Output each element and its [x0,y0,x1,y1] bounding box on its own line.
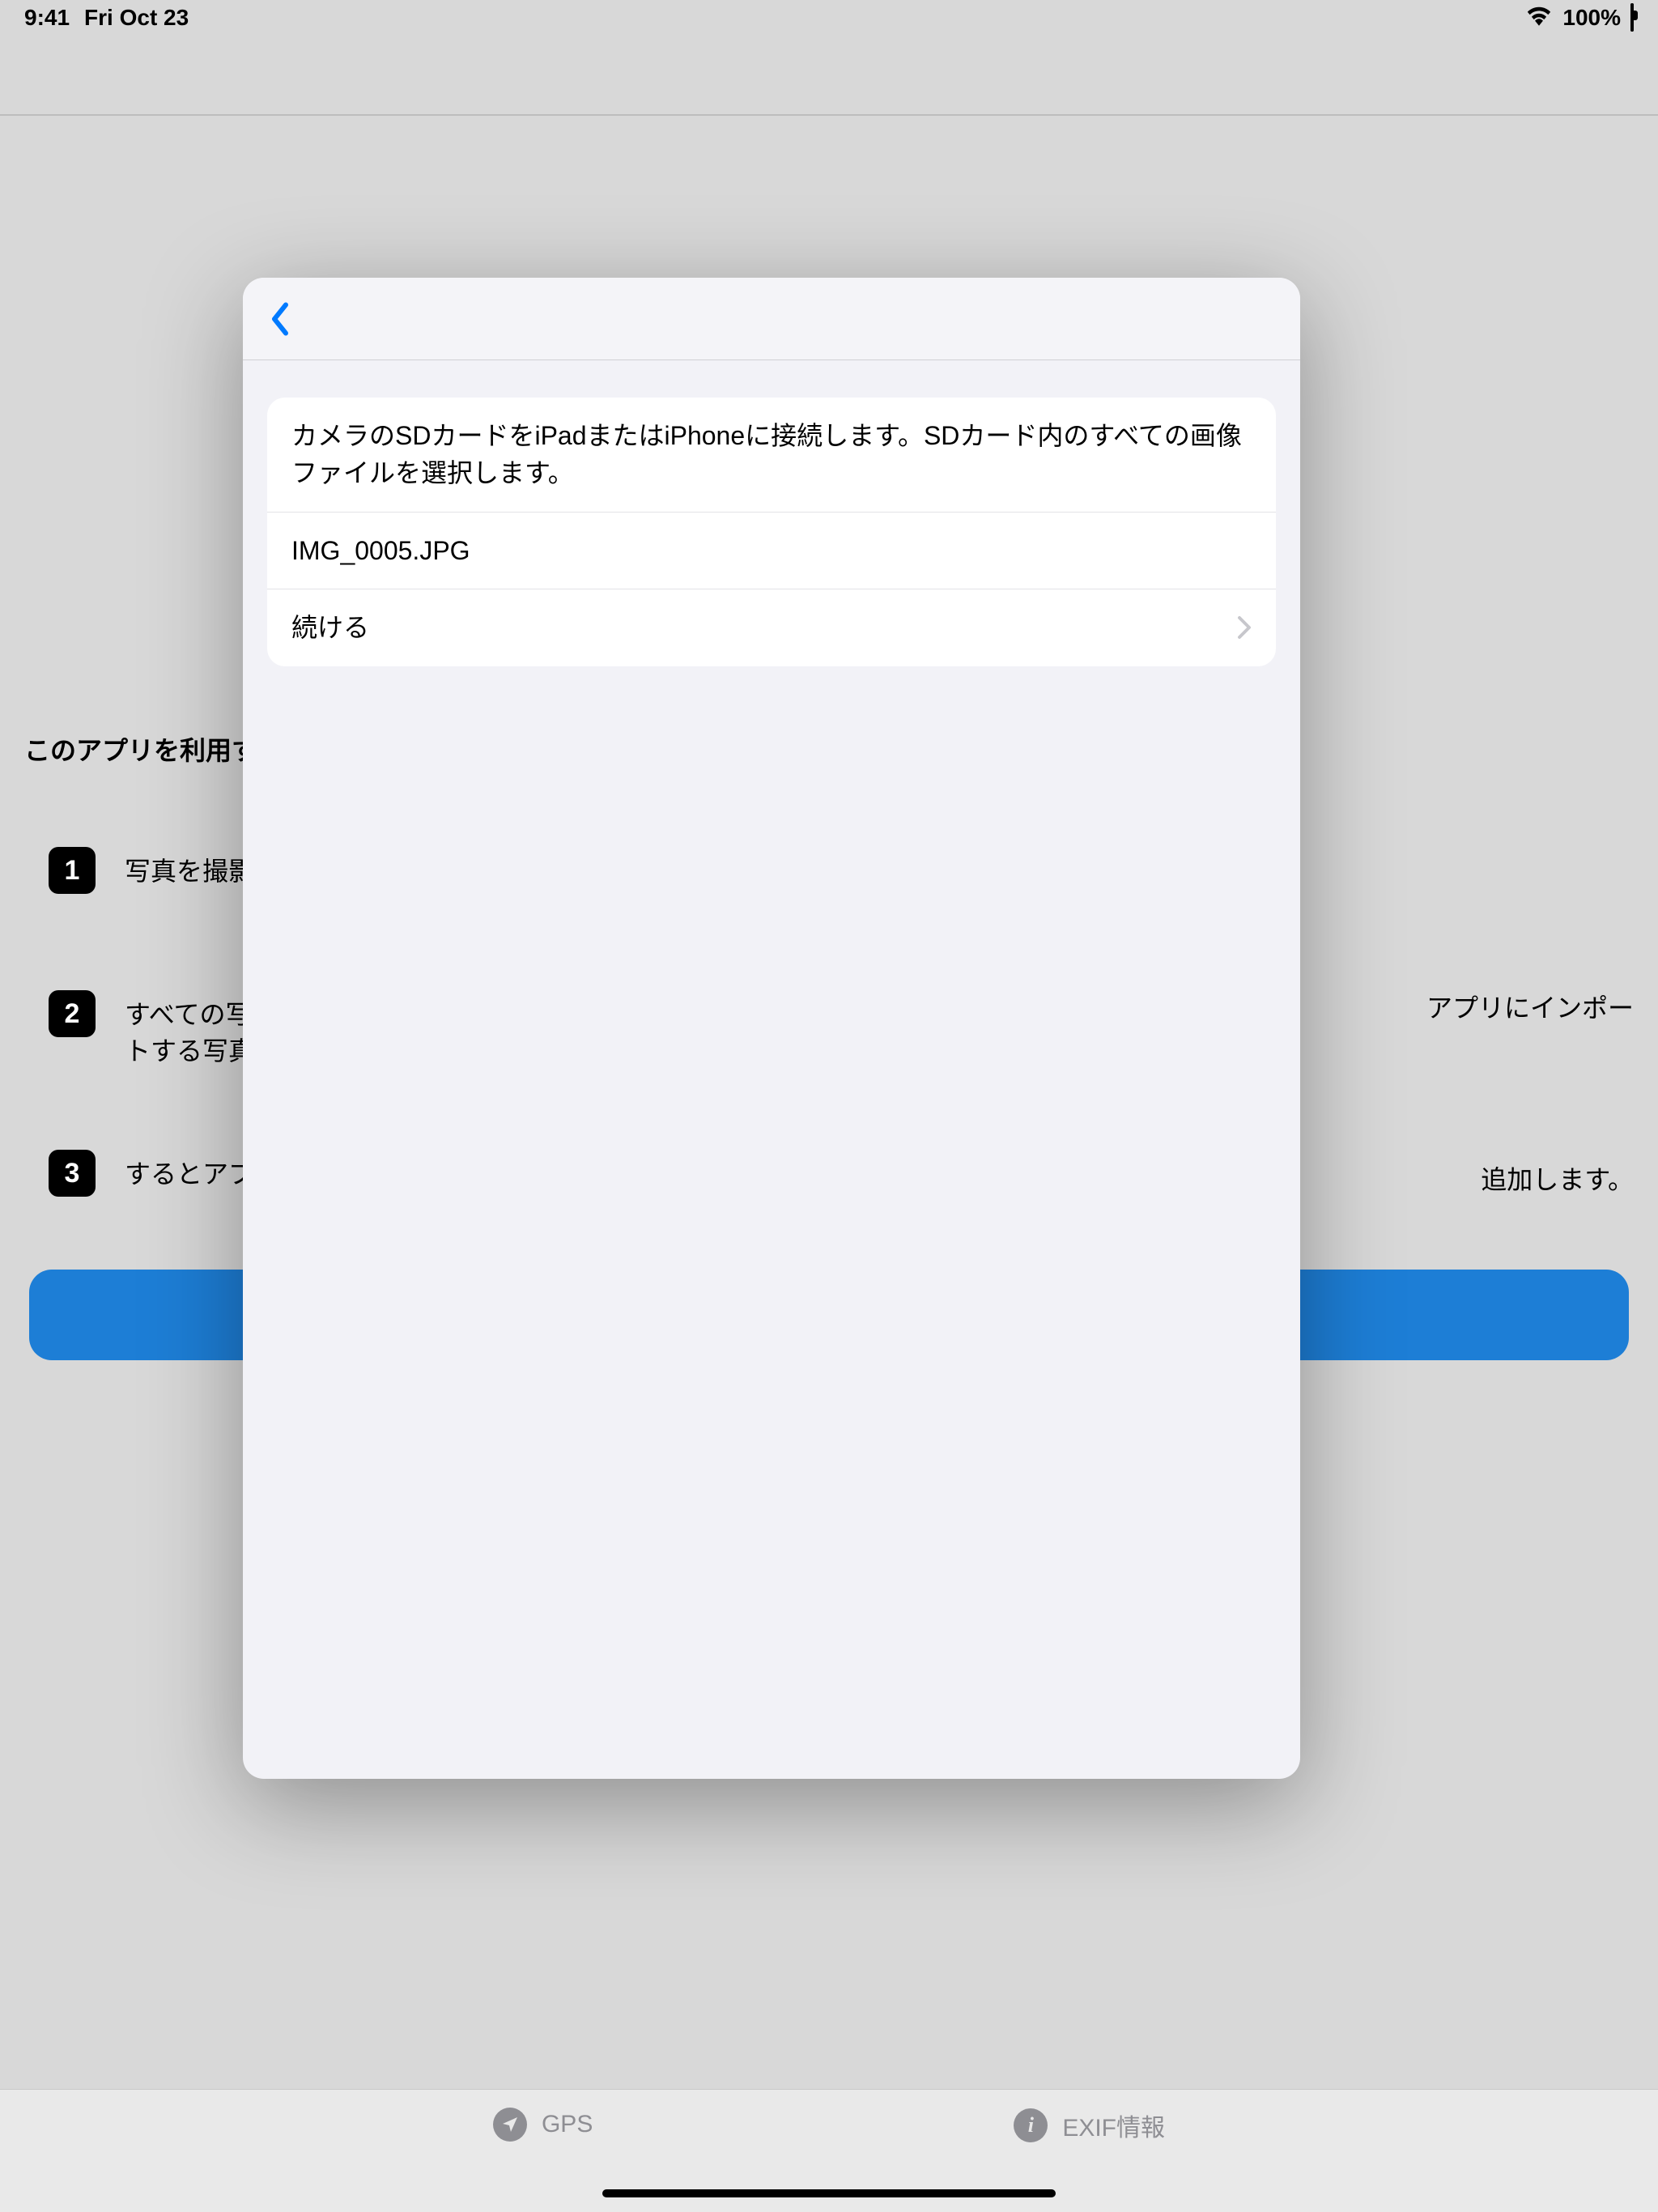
tab-bar: GPS i EXIF情報 [0,2089,1658,2212]
step-1-text: 写真を撮影 [125,847,254,890]
onboarding-step-1: 1 写真を撮影 [49,847,254,894]
onboarding-step-3: 3 するとアプ [49,1150,254,1197]
back-button[interactable] [257,294,303,344]
step-number-badge: 1 [49,847,96,894]
onboarding-step-2: 2 すべての写 トする写真 [49,990,254,1070]
battery-percent: 100% [1562,5,1621,31]
step-number-badge: 3 [49,1150,96,1197]
navigation-icon [493,2108,527,2142]
filename-text: IMG_0005.JPG [291,532,470,569]
battery-icon [1630,5,1634,31]
tab-gps-label: GPS [542,2111,593,2138]
status-time: 9:41 [24,5,70,31]
step-2-text-left: すべての写 トする写真 [125,990,254,1070]
step-2-text-right: アプリにインポー [1426,990,1634,1027]
onboarding-heading: このアプリを利用す [24,730,257,768]
home-indicator[interactable] [602,2189,1056,2197]
chevron-left-icon [269,302,291,336]
step-number-badge: 2 [49,990,96,1037]
tab-exif-label: EXIF情報 [1062,2108,1165,2143]
step-3-text-right: 追加します。 [1481,1159,1634,1197]
modal-nav-bar [243,278,1300,360]
continue-label: 続ける [291,609,369,646]
tab-gps[interactable]: GPS [493,2108,593,2142]
modal-card: カメラのSDカードをiPadまたはiPhoneに接続します。SDカード内のすべて… [267,398,1276,666]
continue-row[interactable]: 続ける [267,589,1276,666]
toolbar-divider [0,114,1658,116]
chevron-right-icon [1237,615,1252,640]
modal-sheet: カメラのSDカードをiPadまたはiPhoneに接続します。SDカード内のすべて… [243,278,1300,1779]
wifi-icon [1525,5,1553,32]
filename-row[interactable]: IMG_0005.JPG [267,513,1276,589]
tab-exif[interactable]: i EXIF情報 [1014,2108,1165,2143]
step-3-text-left: するとアプ [125,1150,254,1193]
status-bar: 9:41 Fri Oct 23 100% [0,0,1658,36]
info-icon: i [1014,2108,1048,2142]
status-date: Fri Oct 23 [84,5,189,31]
instruction-row: カメラのSDカードをiPadまたはiPhoneに接続します。SDカード内のすべて… [267,398,1276,513]
instruction-text: カメラのSDカードをiPadまたはiPhoneに接続します。SDカード内のすべて… [291,417,1252,492]
